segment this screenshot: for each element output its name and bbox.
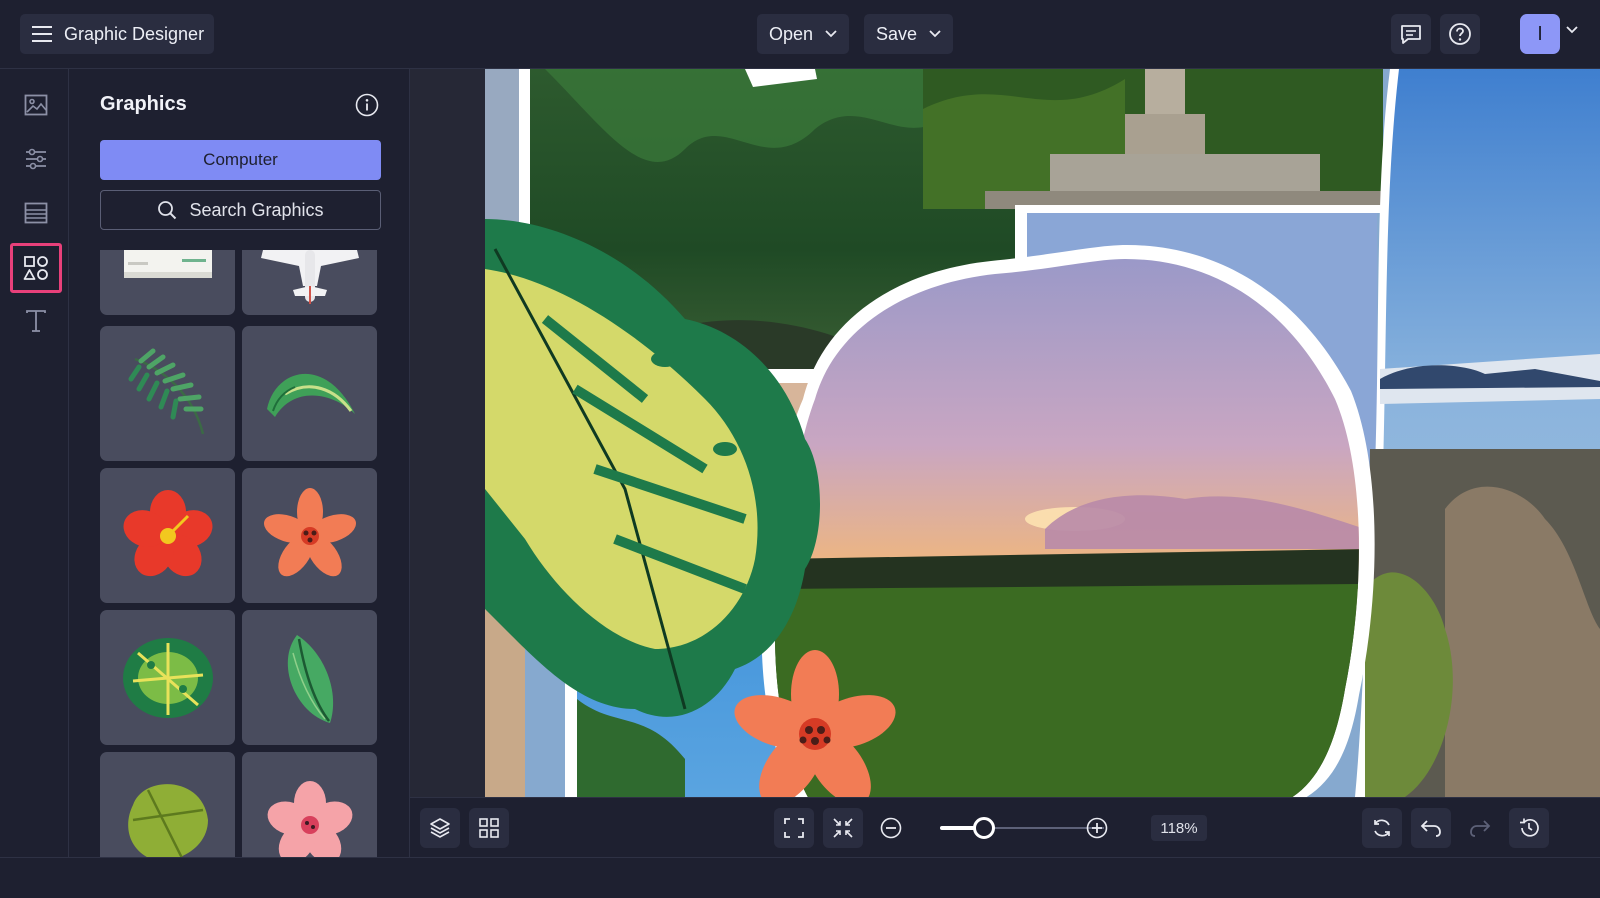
- monstera-leaf-graphic-icon: [122, 637, 213, 718]
- search-icon: [158, 201, 177, 220]
- comment-icon: [1401, 25, 1421, 44]
- graphics-panel: Graphics Computer Search Graphics: [69, 69, 410, 857]
- graphic-tile-pink-flower[interactable]: [242, 752, 377, 857]
- redo-icon: [1470, 820, 1491, 837]
- tool-rail: [0, 69, 69, 857]
- ticket-graphic-icon: [123, 250, 212, 278]
- zoom-out-icon[interactable]: [880, 817, 902, 839]
- rail-item-images[interactable]: [10, 80, 62, 130]
- graphic-tile-orange-flower[interactable]: [242, 468, 377, 603]
- history-button[interactable]: [1509, 808, 1549, 848]
- pink-flower-graphic-icon: [267, 780, 352, 857]
- app-window: Graphic Designer Open Save I Graphics Co…: [0, 0, 1600, 898]
- graphic-tile-airplane[interactable]: [242, 250, 377, 315]
- hamburger-icon: [32, 26, 52, 42]
- save-button[interactable]: Save: [864, 14, 954, 54]
- upload-from-computer-button[interactable]: Computer: [100, 140, 381, 180]
- save-label: Save: [876, 23, 918, 44]
- palm-frond-graphic-icon: [128, 348, 204, 434]
- status-bar: [0, 857, 1600, 898]
- search-graphics-input[interactable]: Search Graphics: [100, 190, 381, 230]
- refresh-icon: [1374, 819, 1390, 837]
- redo-button[interactable]: [1460, 808, 1500, 848]
- layers-icon: [430, 818, 450, 838]
- image-icon: [24, 94, 48, 116]
- zoom-in-icon[interactable]: [1086, 817, 1108, 839]
- text-icon: [26, 310, 46, 332]
- graphic-tile-monstera-light[interactable]: [100, 752, 235, 857]
- search-placeholder: Search Graphics: [189, 199, 324, 220]
- layers-button[interactable]: [420, 808, 460, 848]
- user-avatar[interactable]: I: [1520, 14, 1560, 54]
- zoom-slider-thumb[interactable]: [973, 817, 996, 839]
- rail-item-text[interactable]: [10, 296, 62, 346]
- shapes-icon: [23, 256, 48, 280]
- monstera-light-graphic-icon: [127, 783, 208, 857]
- red-hibiscus-graphic-icon: [123, 489, 212, 576]
- sliders-icon: [26, 148, 46, 170]
- top-bar: Graphic Designer Open Save I: [0, 0, 1600, 69]
- panel-title: Graphics: [100, 93, 187, 115]
- comments-button[interactable]: [1391, 14, 1431, 54]
- chevron-down-icon: [929, 30, 941, 38]
- app-title: Graphic Designer: [64, 23, 205, 44]
- history-icon: [1520, 818, 1539, 837]
- grid-icon: [479, 818, 499, 838]
- expand-icon: [784, 818, 804, 838]
- undo-icon: [1420, 820, 1441, 837]
- rail-item-adjust[interactable]: [10, 134, 62, 184]
- help-button[interactable]: [1440, 14, 1480, 54]
- app-menu-button[interactable]: Graphic Designer: [20, 14, 214, 54]
- zoom-level-readout[interactable]: 118%: [1151, 815, 1207, 841]
- layout-icon: [24, 202, 48, 224]
- open-button[interactable]: Open: [757, 14, 850, 54]
- graphic-tile-palm-frond[interactable]: [100, 326, 235, 461]
- workspace: [410, 69, 1600, 797]
- fit-to-screen-button[interactable]: [774, 808, 814, 848]
- orange-flower-graphic-icon: [263, 487, 356, 576]
- chevron-down-icon: [825, 30, 837, 38]
- grid-view-button[interactable]: [469, 808, 509, 848]
- graphic-tile-banana-leaf[interactable]: [242, 326, 377, 461]
- actual-size-button[interactable]: [823, 808, 863, 848]
- bottom-toolbar: 118%: [410, 797, 1600, 857]
- banana-leaf-graphic-icon: [266, 373, 355, 417]
- design-canvas[interactable]: [485, 69, 1600, 797]
- green-leaf-graphic-icon: [287, 634, 333, 723]
- airplane-graphic-icon: [260, 250, 359, 304]
- account-chevron-down-icon[interactable]: [1566, 26, 1578, 34]
- graphic-tile-monstera-leaf[interactable]: [100, 610, 235, 745]
- undo-button[interactable]: [1411, 808, 1451, 848]
- rail-item-layouts[interactable]: [10, 188, 62, 238]
- graphic-tile-ticket[interactable]: [100, 250, 235, 315]
- collapse-icon: [833, 818, 853, 838]
- rail-item-graphics[interactable]: [10, 243, 62, 293]
- collage-artwork: [485, 69, 1600, 797]
- graphics-grid: [100, 250, 390, 857]
- avatar-initial: I: [1537, 22, 1543, 45]
- computer-label: Computer: [203, 150, 278, 169]
- open-label: Open: [769, 23, 814, 44]
- info-icon[interactable]: [355, 93, 379, 117]
- graphic-tile-green-leaf[interactable]: [242, 610, 377, 745]
- graphic-tile-red-hibiscus[interactable]: [100, 468, 235, 603]
- reset-button[interactable]: [1362, 808, 1402, 848]
- help-icon: [1449, 23, 1471, 45]
